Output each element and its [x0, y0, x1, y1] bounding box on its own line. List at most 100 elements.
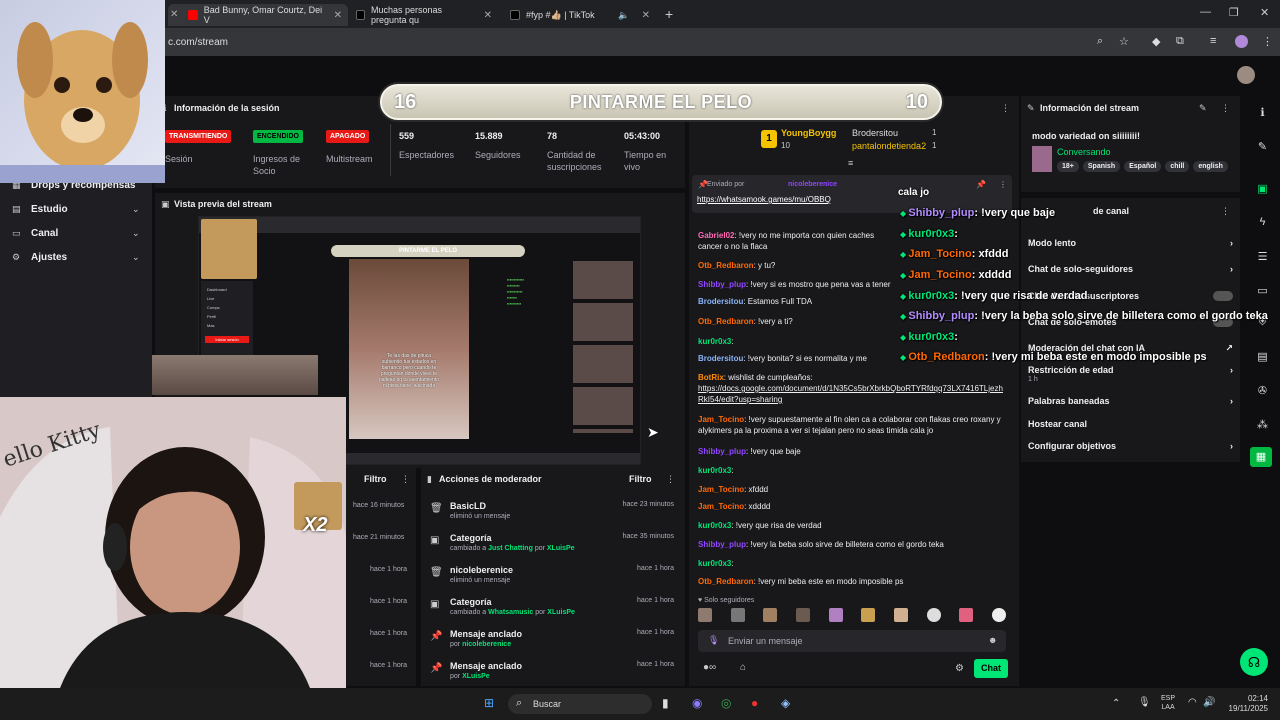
host-channel-item[interactable]: Hostear canal — [1028, 419, 1233, 429]
zoom-icon[interactable]: ⌕ — [1097, 35, 1103, 48]
user-avatar[interactable] — [1237, 66, 1255, 84]
chat-message[interactable]: Jam_Tocino: xdddd — [698, 501, 1008, 512]
chat-username[interactable]: BotRix — [698, 373, 724, 382]
pinned-user[interactable]: nicoleberenice — [788, 181, 837, 188]
leaderboard-name[interactable]: YoungBoygg — [781, 128, 836, 138]
close-icon[interactable]: ✕ — [642, 10, 650, 21]
mod-user-link[interactable]: XLuisPe — [462, 673, 490, 680]
taskbar-search-placeholder[interactable]: Buscar — [533, 699, 561, 709]
chevron-down-icon[interactable]: ⌄ — [132, 204, 140, 215]
emote[interactable] — [926, 608, 941, 622]
emote[interactable] — [861, 608, 876, 622]
language-indicator[interactable]: ESP LAA — [1161, 694, 1175, 712]
points-icon[interactable]: ●∞ — [703, 662, 716, 673]
mod-user-link[interactable]: nicoleberenice — [462, 641, 511, 648]
more-options-icon[interactable]: ⋮ — [401, 474, 410, 485]
store-icon[interactable]: ⌂ — [740, 662, 746, 673]
chat-username[interactable]: Brodersitou — [698, 354, 743, 363]
camera-icon[interactable]: ▣ — [1245, 182, 1280, 195]
mod-action-row[interactable]: 🗑 BasicLD eliminó un mensaje hace 23 min… — [430, 501, 680, 531]
list-icon[interactable]: ☰ — [1245, 250, 1280, 263]
chat-message[interactable]: kur0r0x3: — [698, 465, 1008, 476]
category-link[interactable]: Just Chatting — [488, 545, 533, 552]
chat-send-button[interactable]: Chat — [974, 659, 1008, 678]
emote[interactable] — [959, 608, 974, 622]
chat-username[interactable]: kur0r0x3 — [698, 337, 731, 346]
chat-username[interactable]: kur0r0x3 — [698, 521, 731, 530]
more-options-icon[interactable]: ⋮ — [999, 180, 1007, 189]
mod-actions-filter[interactable]: Filtro — [629, 474, 652, 484]
emote[interactable] — [698, 608, 712, 622]
pin-icon[interactable]: 📌 — [976, 180, 986, 189]
tag[interactable]: 18+ — [1057, 161, 1079, 172]
tag[interactable]: chill — [1165, 161, 1190, 172]
chat-username[interactable]: Otb_Redbaron — [698, 261, 754, 270]
steam-icon[interactable]: ◈ — [781, 696, 790, 710]
mod-action-row[interactable]: ▣ Categoría cambiado a Just Chatting por… — [430, 533, 680, 563]
wrench-icon[interactable]: ✇ — [1245, 384, 1280, 397]
configure-goals-item[interactable]: Configurar objetivos › — [1028, 441, 1233, 451]
close-window-icon[interactable]: ✕ — [1260, 6, 1269, 19]
leaderboard-name[interactable]: Brodersitou — [852, 128, 898, 138]
browser-tab[interactable]: Muchas personas pregunta qu ✕ — [350, 4, 498, 26]
more-options-icon[interactable]: ⋮ — [1221, 103, 1230, 114]
chevron-down-icon[interactable]: ⌄ — [132, 228, 140, 239]
close-icon[interactable]: ✕ — [484, 10, 492, 21]
slow-mode-item[interactable]: Modo lento › — [1028, 238, 1233, 248]
chat-message[interactable]: Shibby_plup: !very la beba solo sirve de… — [698, 539, 1008, 550]
chat-message[interactable]: Otb_Redbaron: !very mi beba este en modo… — [698, 576, 1008, 587]
category-name[interactable]: Conversando — [1057, 147, 1111, 157]
chat-username[interactable]: Shibby_plup — [698, 540, 746, 549]
mic-icon[interactable]: 🎙 — [1138, 697, 1151, 708]
tray-chevron-icon[interactable]: ⌃ — [1112, 698, 1120, 709]
extension-icon[interactable]: ◆ — [1152, 35, 1160, 48]
more-options-icon[interactable]: ⋮ — [1001, 103, 1010, 114]
chat-username[interactable]: Shibby_plup — [698, 447, 746, 456]
chat-username[interactable]: Jam_Tocino — [698, 415, 744, 424]
share-icon[interactable]: ⁂ — [1245, 418, 1280, 431]
layout-icon[interactable]: ▤ — [1245, 350, 1280, 363]
discord-icon[interactable]: ◉ — [692, 696, 702, 710]
activity-filter[interactable]: Filtro — [364, 474, 387, 484]
mod-user-link[interactable]: XLuisPe — [547, 609, 575, 616]
emote[interactable] — [991, 608, 1006, 622]
speaker-icon[interactable]: 🔈 — [618, 10, 629, 21]
chat-message[interactable]: kur0r0x3: !very que risa de verdad — [698, 520, 1008, 531]
mod-action-row[interactable]: 📌 Mensaje anclado por nicoleberenice hac… — [430, 629, 680, 659]
close-icon[interactable]: ✕ — [334, 10, 342, 21]
toggle-switch[interactable] — [1213, 291, 1233, 301]
chat-message[interactable]: Shibby_plup: !very que baje — [698, 446, 1008, 457]
chat-link[interactable]: https://docs.google.com/document/d/1N35C… — [698, 383, 1008, 405]
mod-action-row[interactable]: 🗑 nicoleberenice eliminó un mensaje hace… — [430, 565, 680, 595]
chat-username[interactable]: Otb_Redbaron — [698, 577, 754, 586]
mod-action-row[interactable]: ▣ Categoría cambiado a Whatsamusic por X… — [430, 597, 680, 627]
chat-username[interactable]: Otb_Redbaron — [698, 317, 754, 326]
puzzle-icon[interactable]: ⧉ — [1176, 35, 1184, 48]
chat-input-placeholder[interactable]: Enviar un mensaje — [728, 636, 803, 646]
tag[interactable]: Español — [1124, 161, 1162, 172]
emote[interactable] — [795, 608, 810, 622]
pinned-link[interactable]: https://whatsamook.games/mu/OBBQ — [697, 195, 831, 204]
system-clock[interactable]: 02:14 19/11/2025 — [1222, 694, 1268, 714]
obs-icon[interactable]: ● — [751, 696, 758, 710]
chevron-down-icon[interactable]: ⌄ — [132, 252, 140, 263]
chat-username[interactable]: kur0r0x3 — [698, 559, 731, 568]
volume-icon[interactable]: 🔊 — [1203, 697, 1215, 708]
sidebar-item-settings[interactable]: Ajustes — [31, 252, 67, 263]
emote-picker-icon[interactable]: ☻ — [988, 635, 997, 645]
url-text[interactable]: c.com/stream — [168, 37, 228, 48]
mod-user-link[interactable]: XLuisPe — [547, 545, 575, 552]
pencil-icon[interactable]: ✎ — [1199, 103, 1207, 114]
chat-message[interactable]: BotRix: wishlist de cumpleaños: https://d… — [698, 372, 1008, 405]
close-icon[interactable]: ✕ — [170, 9, 178, 20]
category-link[interactable]: Whatsamusic — [488, 609, 533, 616]
followers-only-chat-item[interactable]: Chat de solo-seguidores › — [1028, 264, 1233, 274]
sidebar-item-channel[interactable]: Canal — [31, 228, 58, 239]
edit-icon[interactable]: ✎ — [1245, 140, 1280, 153]
task-view-icon[interactable]: ▮ — [662, 696, 669, 710]
taskbar-search[interactable] — [508, 694, 652, 714]
leaderboard-name[interactable]: pantalondetienda2 — [852, 141, 926, 151]
emote[interactable] — [893, 608, 908, 622]
maximize-icon[interactable]: ❐ — [1229, 6, 1239, 19]
browser-tab[interactable]: ✕ Bad Bunny, Omar Courtz, Dei V ✕ — [168, 4, 348, 26]
